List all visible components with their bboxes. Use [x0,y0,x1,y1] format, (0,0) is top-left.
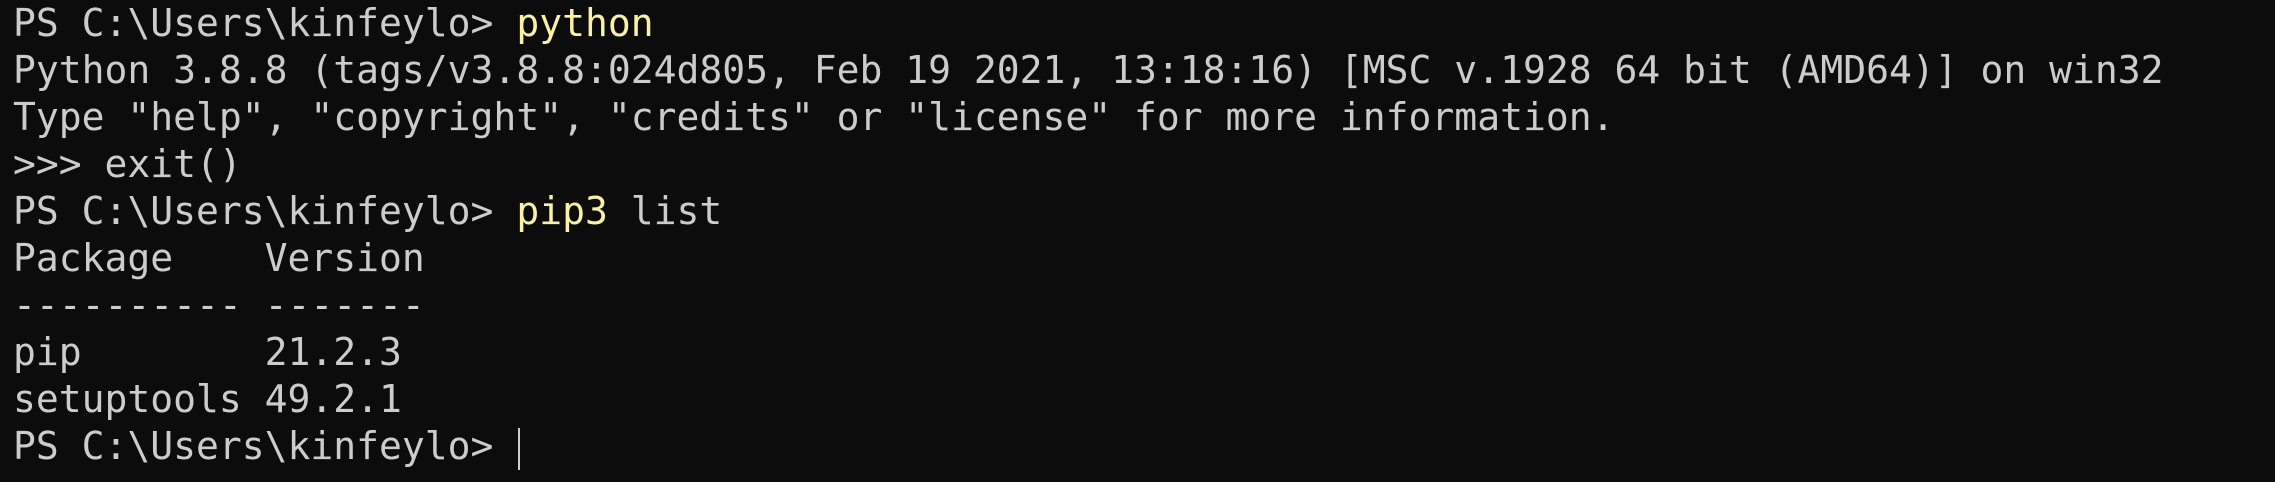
terminal-output[interactable]: PS C:\Users\kinfeylo> python Python 3.8.… [0,0,2275,482]
prompt: PS C:\Users\kinfeylo> [13,1,517,45]
cursor [518,427,521,470]
terminal-line-python-command: PS C:\Users\kinfeylo> python [13,0,2275,47]
terminal-current-prompt[interactable]: PS C:\Users\kinfeylo> [13,423,2275,470]
command: pip3 [516,189,608,233]
command-args: list [607,189,723,233]
terminal-line-python-version: Python 3.8.8 (tags/v3.8.8:024d805, Feb 1… [13,48,2164,92]
table-separator: ---------- ------- [13,283,425,327]
command: python [516,1,654,45]
terminal-line-pip-command: PS C:\Users\kinfeylo> pip3 list [13,188,2275,235]
table-header: Package Version [13,236,425,280]
prompt: PS C:\Users\kinfeylo> [13,189,517,233]
table-row: pip 21.2.3 [13,330,402,374]
prompt: PS C:\Users\kinfeylo> [13,424,517,468]
terminal-line-exit: >>> exit() [13,142,242,186]
terminal-line-python-help: Type "help", "copyright", "credits" or "… [13,95,1615,139]
table-row: setuptools 49.2.1 [13,377,402,421]
